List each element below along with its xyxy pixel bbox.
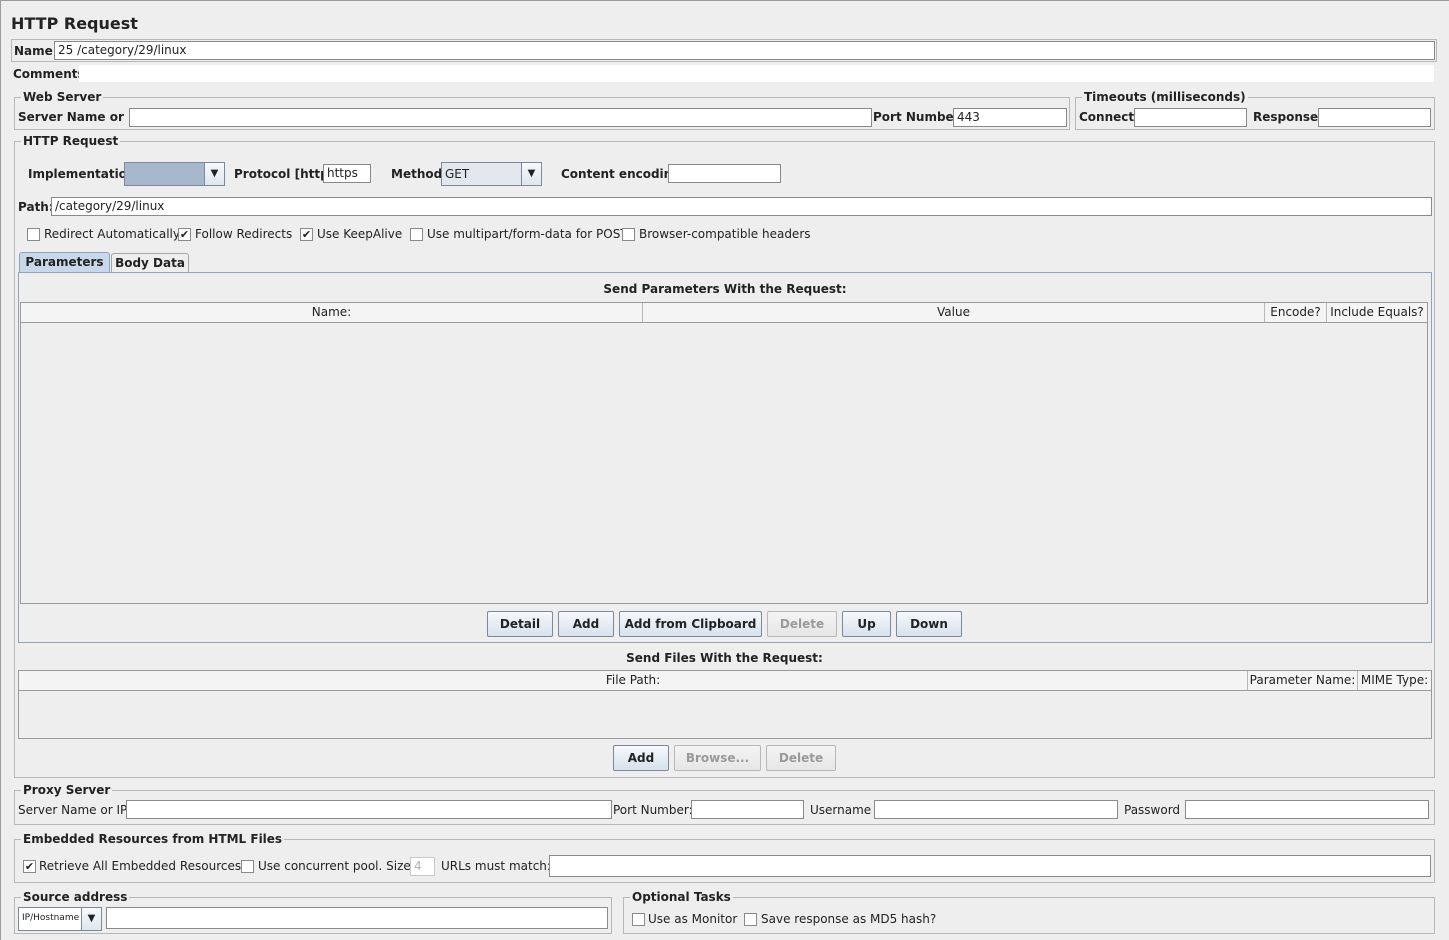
- proxy-port-field[interactable]: [691, 800, 804, 819]
- add-file-button[interactable]: Add: [613, 745, 669, 771]
- browser-compatible-headers-label: Browser-compatible headers: [639, 227, 811, 241]
- column-header-parameter-name[interactable]: Parameter Name:: [1248, 671, 1358, 691]
- send-parameters-title: Send Parameters With the Request:: [603, 282, 847, 296]
- up-button[interactable]: Up: [842, 611, 891, 637]
- proxy-port-label: Port Number:: [613, 803, 693, 817]
- proxy-server-title: Proxy Server: [21, 781, 113, 799]
- delete-file-button[interactable]: Delete: [766, 745, 836, 771]
- use-keepalive-label: Use KeepAlive: [317, 227, 403, 241]
- pool-size-field[interactable]: 4: [410, 857, 435, 876]
- follow-redirects-checkbox[interactable]: ✔: [178, 228, 191, 241]
- path-label: Path:: [18, 200, 54, 214]
- optional-tasks-group: Optional Tasks Use as Monitor Save respo…: [623, 888, 1435, 934]
- port-number-field[interactable]: 443: [953, 108, 1067, 127]
- content-encoding-label: Content encoding:: [561, 167, 686, 181]
- comments-row: Comments:: [11, 65, 1437, 84]
- name-field[interactable]: 25 /category/29/linux: [54, 41, 1435, 60]
- concurrent-pool-checkbox[interactable]: [241, 860, 254, 873]
- chevron-down-icon[interactable]: ▼: [204, 163, 224, 185]
- chevron-down-icon[interactable]: ▼: [81, 908, 101, 930]
- optional-tasks-title: Optional Tasks: [630, 888, 733, 906]
- column-header-value[interactable]: Value: [643, 303, 1265, 323]
- source-address-field[interactable]: [106, 907, 608, 929]
- column-header-include-equals[interactable]: Include Equals?: [1327, 303, 1427, 323]
- add-parameter-button[interactable]: Add: [558, 611, 614, 637]
- proxy-username-field[interactable]: [874, 800, 1118, 819]
- implementation-dropdown[interactable]: ▼: [124, 162, 225, 186]
- http-request-group: HTTP Request Implementation: ▼ Protocol …: [14, 132, 1435, 778]
- server-name-field[interactable]: [129, 108, 872, 127]
- name-label: Name:: [14, 44, 58, 58]
- connect-label: Connect:: [1079, 110, 1139, 124]
- parameters-panel: Send Parameters With the Request: Name: …: [18, 272, 1432, 643]
- send-files-title: Send Files With the Request:: [626, 651, 823, 665]
- embedded-resources-title: Embedded Resources from HTML Files: [21, 830, 285, 848]
- urls-must-match-field[interactable]: [549, 855, 1431, 877]
- server-name-label: Server Name or IP:: [18, 110, 147, 124]
- web-server-title: Web Server: [21, 88, 104, 106]
- browse-button[interactable]: Browse...: [674, 745, 761, 771]
- add-from-clipboard-button[interactable]: Add from Clipboard: [619, 611, 762, 637]
- use-multipart-checkbox[interactable]: [410, 228, 423, 241]
- follow-redirects-label: Follow Redirects: [195, 227, 293, 241]
- retrieve-embedded-checkbox[interactable]: ✔: [23, 860, 36, 873]
- urls-must-match-label: URLs must match:: [441, 859, 551, 873]
- source-address-group: Source address IP/Hostname ▼: [14, 888, 612, 934]
- detail-button[interactable]: Detail: [487, 611, 553, 637]
- source-address-title: Source address: [21, 888, 130, 906]
- parameters-table: Name: Value Encode? Include Equals?: [20, 302, 1428, 604]
- browser-compatible-headers-checkbox[interactable]: [622, 228, 635, 241]
- response-field[interactable]: [1318, 108, 1431, 127]
- down-button[interactable]: Down: [896, 611, 962, 637]
- response-label: Response:: [1253, 110, 1323, 124]
- proxy-password-field[interactable]: [1185, 800, 1429, 819]
- column-header-name[interactable]: Name:: [21, 303, 643, 323]
- path-field[interactable]: /category/29/linux: [51, 197, 1432, 216]
- md5-hash-label: Save response as MD5 hash?: [761, 912, 937, 926]
- method-value: GET: [445, 167, 470, 181]
- connect-field[interactable]: [1134, 108, 1247, 127]
- concurrent-pool-label: Use concurrent pool. Size:: [258, 859, 415, 873]
- port-number-label: Port Number:: [873, 110, 965, 124]
- column-header-mime-type[interactable]: MIME Type:: [1358, 671, 1431, 691]
- use-as-monitor-checkbox[interactable]: [632, 913, 645, 926]
- use-as-monitor-label: Use as Monitor: [648, 912, 738, 926]
- proxy-server-group: Proxy Server Server Name or IP: Port Num…: [14, 781, 1435, 825]
- use-multipart-label: Use multipart/form-data for POST: [427, 227, 628, 241]
- embedded-resources-group: Embedded Resources from HTML Files ✔ Ret…: [14, 830, 1435, 883]
- comments-label: Comments:: [13, 67, 90, 81]
- files-table: File Path: Parameter Name: MIME Type:: [18, 670, 1432, 739]
- timeouts-group: Timeouts (milliseconds) Connect: Respons…: [1075, 88, 1435, 130]
- timeouts-title: Timeouts (milliseconds): [1082, 88, 1248, 106]
- chevron-down-icon[interactable]: ▼: [521, 163, 541, 185]
- proxy-password-label: Password: [1124, 803, 1181, 817]
- proxy-server-name-field[interactable]: [126, 800, 612, 819]
- delete-parameter-button[interactable]: Delete: [767, 611, 837, 637]
- source-type-dropdown[interactable]: IP/Hostname ▼: [18, 907, 102, 931]
- web-server-group: Web Server Server Name or IP: Port Numbe…: [14, 88, 1070, 130]
- source-type-value: IP/Hostname: [22, 913, 80, 923]
- tab-parameters[interactable]: Parameters: [19, 252, 110, 273]
- use-keepalive-checkbox[interactable]: ✔: [300, 228, 313, 241]
- name-row: Name: 25 /category/29/linux: [11, 39, 1437, 62]
- comments-field[interactable]: [79, 65, 1434, 82]
- column-header-file-path[interactable]: File Path:: [19, 671, 1248, 691]
- content-encoding-field[interactable]: [668, 164, 781, 183]
- redirect-automatically-label: Redirect Automatically: [44, 227, 180, 241]
- http-request-title: HTTP Request: [21, 132, 121, 150]
- proxy-username-label: Username: [810, 803, 872, 817]
- proxy-server-name-label: Server Name or IP:: [18, 803, 132, 817]
- method-dropdown[interactable]: GET ▼: [441, 162, 542, 186]
- md5-hash-checkbox[interactable]: [744, 913, 757, 926]
- column-header-encode[interactable]: Encode?: [1265, 303, 1327, 323]
- tab-body-data[interactable]: Body Data: [111, 253, 189, 273]
- retrieve-embedded-label: Retrieve All Embedded Resources: [39, 859, 242, 873]
- redirect-automatically-checkbox[interactable]: [27, 228, 40, 241]
- method-label: Method:: [391, 167, 447, 181]
- page-title: HTTP Request: [11, 14, 138, 33]
- protocol-field[interactable]: https: [323, 164, 371, 183]
